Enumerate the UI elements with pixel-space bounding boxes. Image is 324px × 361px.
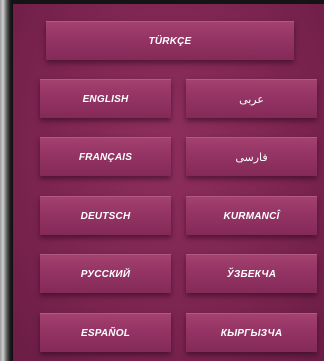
language-button-russian[interactable]: РУССКИЙ [40, 254, 171, 293]
language-button-english[interactable]: ENGLISH [40, 79, 171, 118]
language-label: KURMANCÎ [223, 210, 280, 222]
phone-frame: TÜRKÇE ENGLISH عربى FRANÇAIS فارسى DEUTS… [0, 0, 324, 361]
language-button-kurmanji[interactable]: KURMANCÎ [186, 196, 317, 235]
language-label: عربى [239, 93, 264, 106]
language-button-arabic[interactable]: عربى [186, 79, 317, 118]
phone-side-bezel [0, 0, 13, 361]
language-button-german[interactable]: DEUTSCH [40, 196, 171, 235]
language-label: TÜRKÇE [148, 35, 192, 47]
language-selection-screen: TÜRKÇE ENGLISH عربى FRANÇAIS فارسى DEUTS… [13, 4, 324, 361]
language-button-french[interactable]: FRANÇAIS [40, 137, 171, 176]
language-button-persian[interactable]: فارسى [186, 137, 317, 176]
language-label: فارسى [235, 151, 268, 164]
language-label: ESPAÑOL [81, 327, 130, 339]
language-button-kyrgyz[interactable]: КЫРГЫЗЧА [186, 313, 317, 352]
language-button-spanish[interactable]: ESPAÑOL [40, 313, 171, 352]
language-button-turkish[interactable]: TÜRKÇE [46, 21, 294, 60]
language-label: ENGLISH [82, 93, 129, 105]
language-label: РУССКИЙ [80, 268, 131, 280]
language-label: DEUTSCH [80, 210, 131, 222]
language-label: КЫРГЫЗЧА [220, 327, 283, 339]
language-button-uzbek[interactable]: ЎЗБЕКЧА [186, 254, 317, 293]
language-label: FRANÇAIS [78, 151, 133, 163]
language-label: ЎЗБЕКЧА [226, 268, 277, 280]
